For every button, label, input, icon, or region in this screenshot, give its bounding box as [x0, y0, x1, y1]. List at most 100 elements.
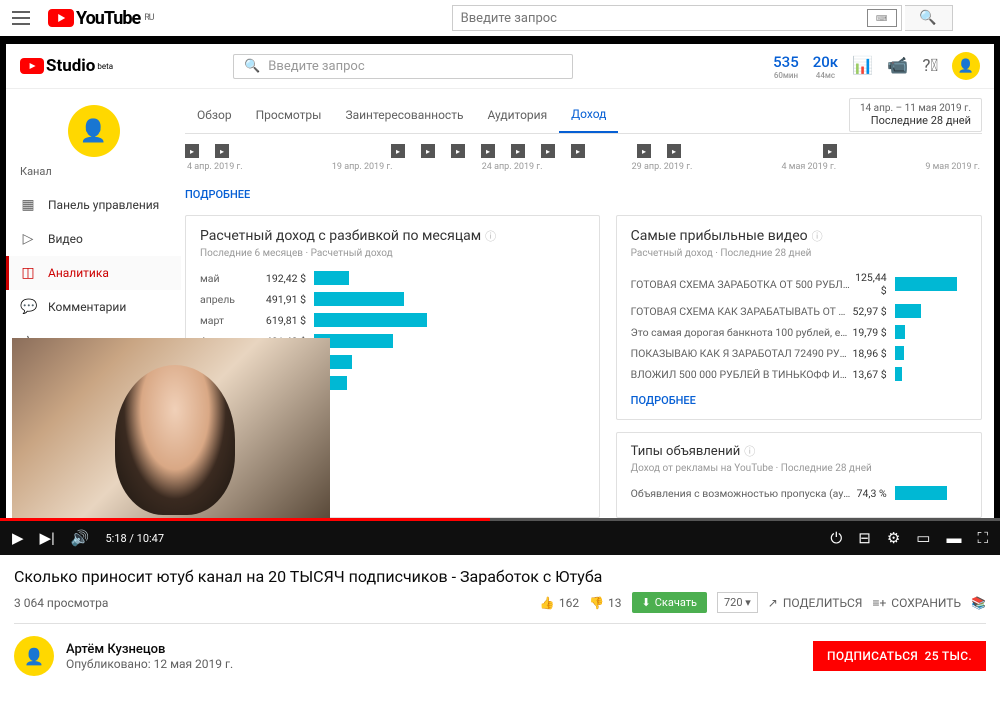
keyboard-icon[interactable]: ⌨ — [867, 9, 897, 27]
volume-button[interactable]: 🔊 — [71, 529, 90, 547]
info-icon[interactable]: ⓘ — [744, 443, 755, 459]
download-icon: ⬇ — [642, 596, 651, 609]
timeline-markers: ▸ ▸ ▸ ▸ ▸ ▸ ▸ ▸ ▸ ▸ ▸ ▸ — [185, 134, 982, 162]
play-icon — [48, 9, 74, 27]
thumbs-up-icon: 👍 — [540, 596, 555, 610]
sidebar-label: Комментарии — [48, 300, 126, 314]
autoplay-toggle[interactable]: ⏻ — [830, 529, 842, 547]
sidebar-item-dashboard[interactable]: ▦Панель управления — [6, 188, 181, 222]
channel-name[interactable]: Артём Кузнецов — [66, 642, 233, 657]
download-button[interactable]: ⬇Скачать — [632, 592, 707, 613]
bar-value: 18,96 $ — [851, 347, 895, 360]
logo-text: YouTube — [76, 8, 140, 29]
theater-button[interactable]: ▬ — [946, 529, 961, 547]
axis-date: 4 мая 2019 г. — [782, 162, 837, 172]
date-range-selector[interactable]: 14 апр. – 11 мая 2019 г. Последние 28 дн… — [849, 98, 982, 132]
studio-logo-text: Studio — [46, 56, 95, 76]
more-link[interactable]: ПОДРОБНЕЕ — [185, 180, 982, 215]
bar-value: 491,91 $ — [262, 293, 314, 306]
share-button[interactable]: ↗ПОДЕЛИТЬСЯ — [768, 596, 863, 610]
bar-row: ВЛОЖИЛ 500 000 РУБЛЕЙ В ТИНЬКОФФ ИНВЕ...… — [631, 367, 967, 381]
bar — [314, 271, 349, 285]
search-button[interactable]: 🔍 — [905, 5, 953, 31]
card-subtitle: Доход от рекламы на YouTube · Последние … — [631, 463, 967, 474]
play-button[interactable]: ▶ — [12, 529, 24, 547]
studio-avatar[interactable]: 👤 — [952, 52, 980, 80]
bar-row: ГОТОВАЯ СХЕМА ЗАРАБОТКА ОТ 500 РУБЛЕ...1… — [631, 271, 967, 297]
info-icon[interactable]: ⓘ — [812, 228, 823, 244]
video-player: Studio beta 🔍 Введите запрос 535 60мин 2… — [0, 36, 1000, 555]
axis-date: 29 апр. 2019 г. — [632, 162, 693, 172]
tab-engagement[interactable]: Заинтересованность — [333, 98, 475, 132]
date-range-main: Последние 28 дней — [860, 114, 971, 127]
tab-revenue[interactable]: Доход — [559, 97, 618, 133]
card-subtitle: Последние 6 месяцев · Расчетный доход — [200, 248, 585, 259]
ad-types-card: Типы объявленийⓘ Доход от рекламы на You… — [616, 432, 982, 518]
subscribe-button[interactable]: ПОДПИСАТЬСЯ 25 ТЫС. — [813, 641, 986, 671]
bar-label: май — [200, 272, 262, 285]
bar-value: 125,44 $ — [851, 271, 895, 297]
video-title-label[interactable]: ПОКАЗЫВАЮ КАК Я ЗАРАБОТАЛ 72490 РУБЛЕ... — [631, 347, 851, 360]
video-title-label[interactable]: Это самая дорогая банкнота 100 рублей, е… — [631, 326, 851, 339]
tab-views[interactable]: Просмотры — [244, 98, 334, 132]
card-title: Самые прибыльные видеоⓘ — [631, 228, 967, 244]
marker-icon: ▸ — [823, 144, 837, 158]
more-link[interactable]: ПОДРОБНЕЕ — [631, 388, 967, 407]
view-count: 3 064 просмотра — [14, 596, 108, 610]
camera-icon[interactable]: 📹 — [887, 56, 908, 76]
bar-value: 74,3 % — [851, 487, 895, 500]
axis-date: 4 апр. 2019 г. — [187, 162, 243, 172]
miniplayer-button[interactable]: ▭ — [916, 529, 930, 547]
help-icon[interactable]: ?⃝ — [922, 56, 938, 76]
bar-value: 192,42 $ — [262, 272, 314, 285]
settings-icon[interactable]: ⚙ — [887, 529, 900, 547]
sidebar-item-videos[interactable]: ▷Видео — [6, 222, 181, 256]
marker-icon: ▸ — [511, 144, 525, 158]
webcam-overlay — [12, 338, 330, 518]
fullscreen-button[interactable]: ⛶ — [977, 529, 988, 547]
save-button[interactable]: ≡+СОХРАНИТЬ — [872, 596, 961, 610]
analytics-icon: ◫ — [20, 265, 36, 281]
sidebar-label: Аналитика — [48, 266, 109, 280]
share-icon: ↗ — [768, 596, 778, 610]
extension-icon[interactable]: 📚 — [971, 596, 986, 610]
studio-search-input[interactable]: 🔍 Введите запрос — [233, 54, 573, 79]
tab-overview[interactable]: Обзор — [185, 98, 244, 132]
bar-row: ПОКАЗЫВАЮ КАК Я ЗАРАБОТАЛ 72490 РУБЛЕ...… — [631, 346, 967, 360]
info-icon[interactable]: ⓘ — [485, 228, 496, 244]
video-meta-row: 3 064 просмотра 👍162 👎13 ⬇Скачать 720 ▾ … — [14, 592, 986, 624]
bar — [895, 277, 957, 291]
like-button[interactable]: 👍162 — [540, 596, 579, 610]
dashboard-icon: ▦ — [20, 197, 36, 213]
bar-row: ГОТОВАЯ СХЕМА КАК ЗАРАБАТЫВАТЬ ОТ 500 ..… — [631, 304, 967, 318]
top-videos-card: Самые прибыльные видеоⓘ Расчетный доход … — [616, 215, 982, 420]
quality-selector[interactable]: 720 ▾ — [717, 592, 758, 613]
search-input[interactable] — [452, 5, 902, 31]
captions-button[interactable]: ⊟ — [858, 529, 871, 547]
sidebar-item-analytics[interactable]: ◫ Аналитика — [6, 256, 181, 290]
marker-icon: ▸ — [637, 144, 651, 158]
stat-2: 20к 44мс — [813, 53, 838, 80]
studio-logo[interactable]: Studio beta — [20, 56, 113, 76]
sidebar-item-comments[interactable]: 💬Комментарии — [6, 290, 181, 324]
video-content: Studio beta 🔍 Введите запрос 535 60мин 2… — [6, 44, 994, 518]
player-controls: ▶ ▶| 🔊 5:18 / 10:47 ⏻ ⊟ ⚙ ▭ ▬ ⛶ — [0, 521, 1000, 555]
video-title-label[interactable]: ГОТОВАЯ СХЕМА ЗАРАБОТКА ОТ 500 РУБЛЕ... — [631, 278, 851, 291]
youtube-logo[interactable]: YouTube RU — [48, 8, 154, 29]
marker-icon: ▸ — [391, 144, 405, 158]
channel-avatar[interactable]: 👤 — [68, 105, 120, 157]
bar — [895, 325, 905, 339]
next-button[interactable]: ▶| — [40, 529, 55, 547]
card-subtitle: Расчетный доход · Последние 28 дней — [631, 248, 967, 259]
card-title: Расчетный доход с разбивкой по месяцамⓘ — [200, 228, 585, 244]
channel-avatar[interactable]: 👤 — [14, 636, 54, 676]
video-title-label[interactable]: ГОТОВАЯ СХЕМА КАК ЗАРАБАТЫВАТЬ ОТ 500 ..… — [631, 305, 851, 318]
bar — [895, 346, 904, 360]
chart-icon[interactable]: 📊 — [852, 56, 873, 76]
tab-audience[interactable]: Аудитория — [475, 98, 559, 132]
menu-icon[interactable] — [12, 11, 30, 25]
save-icon: ≡+ — [872, 596, 886, 610]
bar-row: май192,42 $ — [200, 271, 585, 285]
video-title-label[interactable]: ВЛОЖИЛ 500 000 РУБЛЕЙ В ТИНЬКОФФ ИНВЕ... — [631, 368, 851, 381]
dislike-button[interactable]: 👎13 — [589, 596, 621, 610]
